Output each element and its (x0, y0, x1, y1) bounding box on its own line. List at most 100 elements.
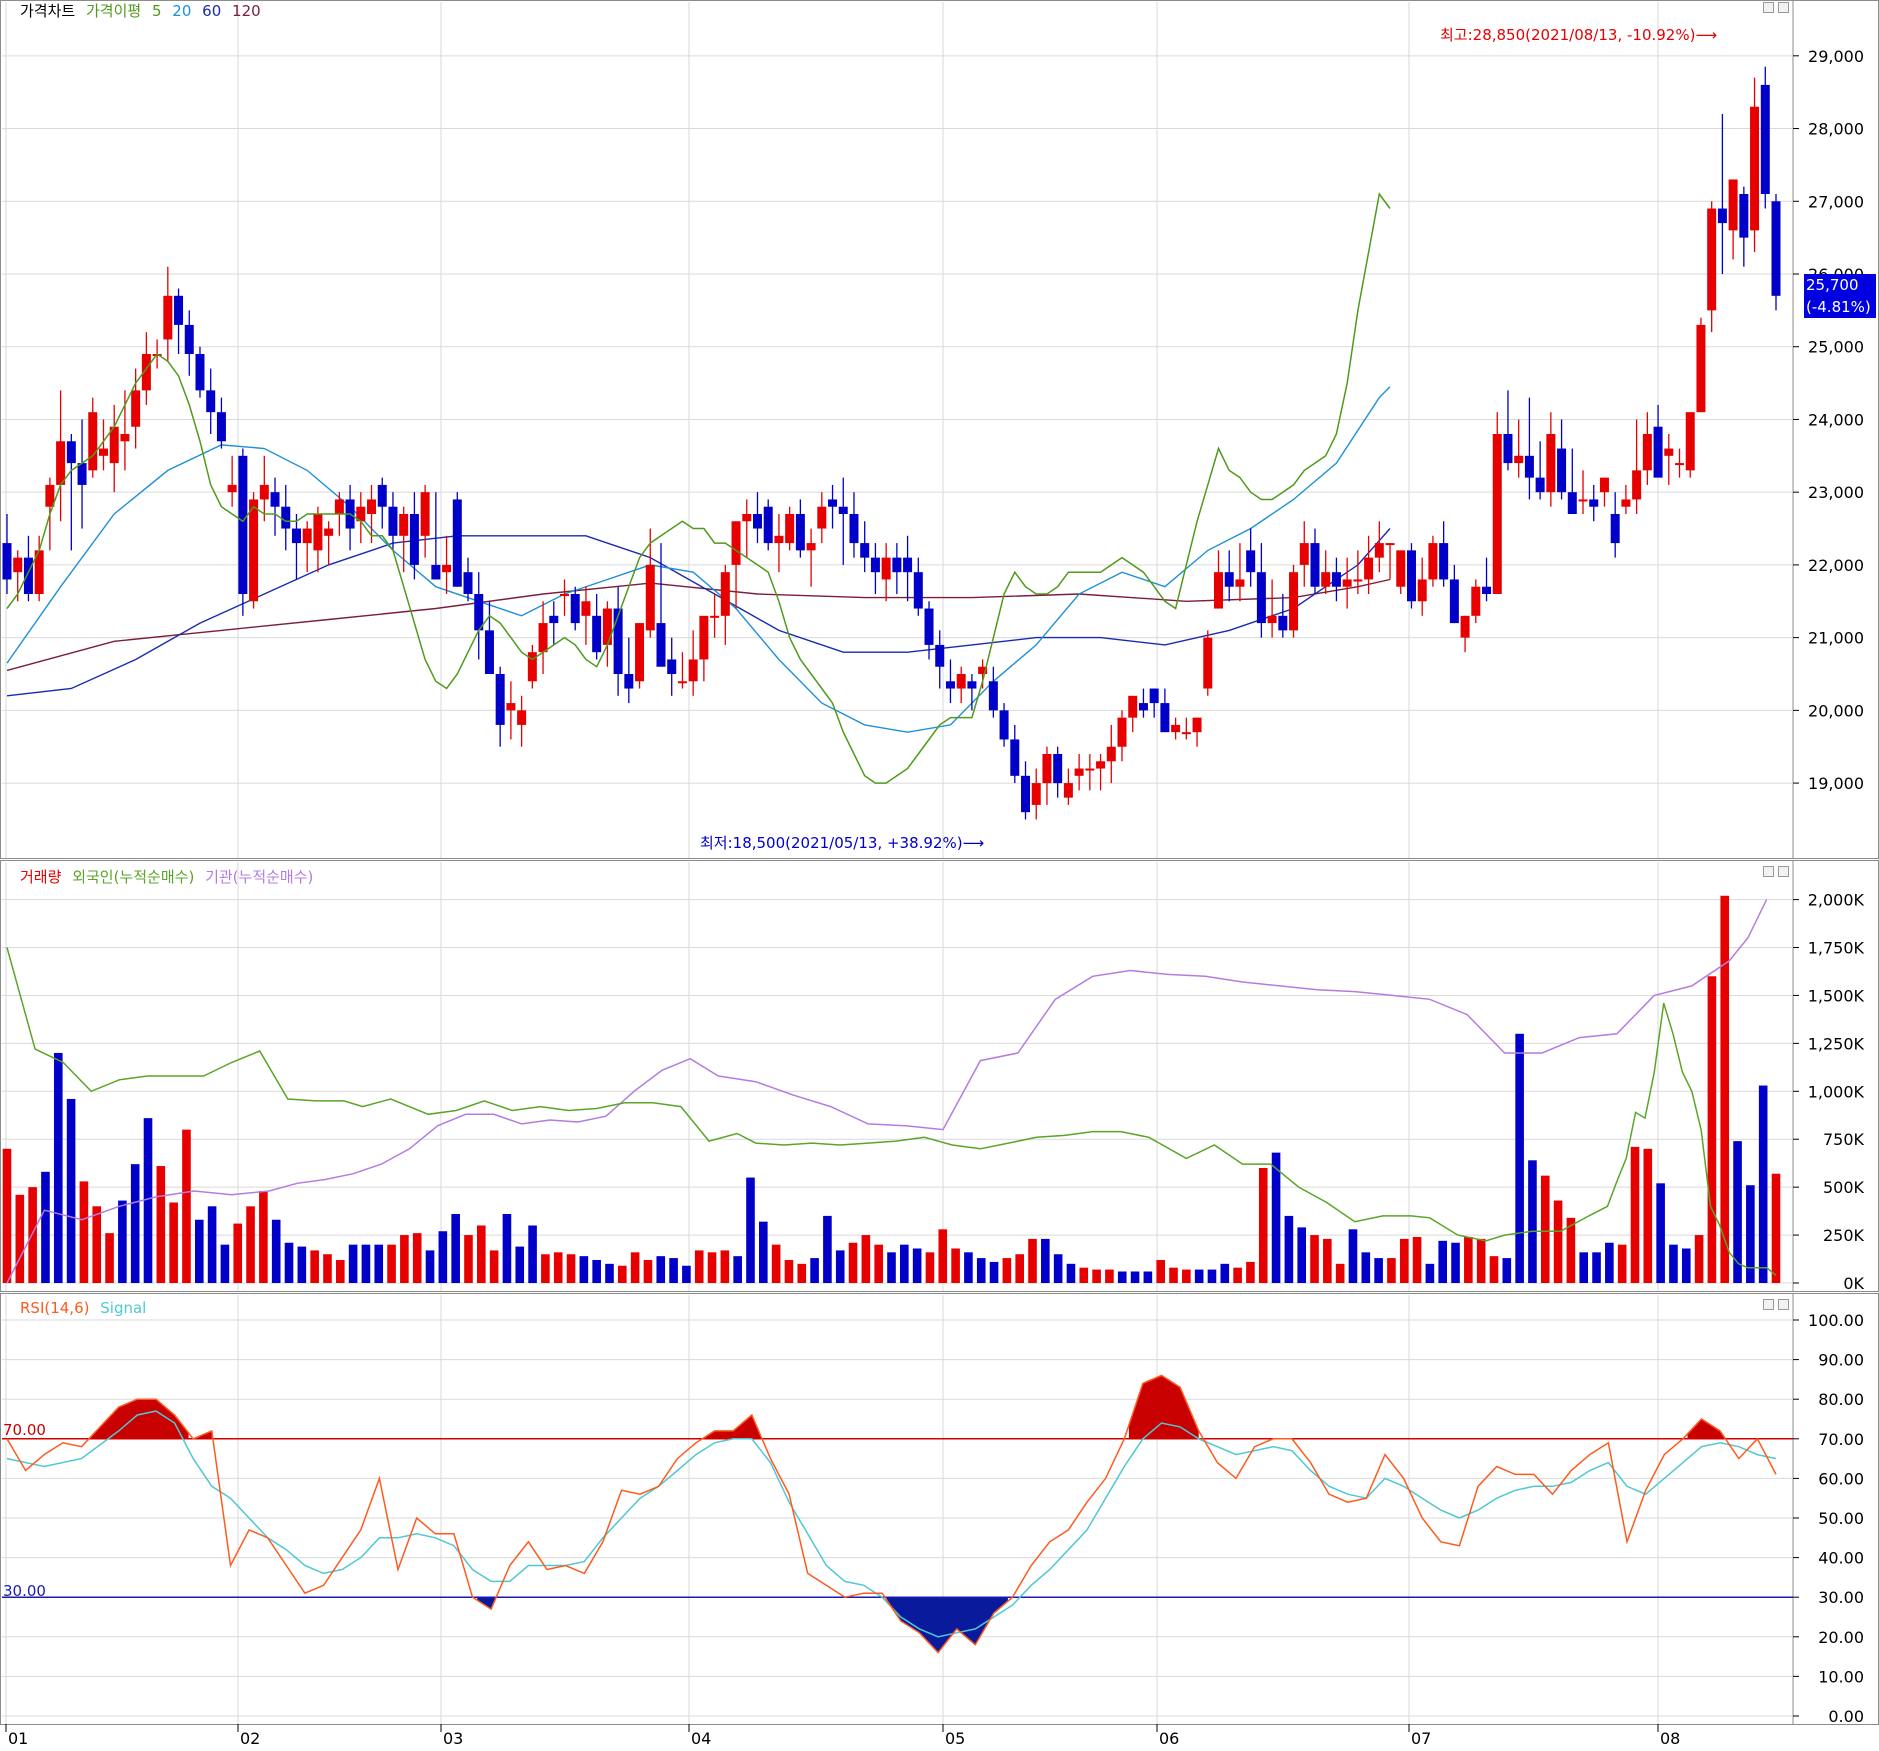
rsi-close-icon[interactable] (1778, 1299, 1789, 1310)
candle (131, 368, 141, 449)
candle-body (227, 484, 237, 493)
candle (1632, 419, 1642, 514)
candle (195, 346, 205, 398)
candle-body (1010, 739, 1020, 776)
volume-y-tick-label: 750K (1823, 1130, 1865, 1149)
candle (1278, 594, 1288, 638)
candle (1096, 754, 1106, 791)
month-label-05: 05 (945, 1729, 965, 1747)
price-minimize-icon[interactable] (1763, 2, 1774, 13)
candle-body (1074, 768, 1084, 776)
candle (1138, 688, 1148, 718)
volume-bar (489, 1250, 499, 1283)
volume-bar (1361, 1252, 1371, 1283)
volume-bar (1028, 1238, 1037, 1283)
candle-body (420, 492, 430, 536)
candle-body (1750, 106, 1760, 231)
candle (420, 484, 430, 558)
volume-bar (887, 1252, 896, 1283)
volume-minimize-icon[interactable] (1763, 866, 1774, 877)
candle-body (1203, 637, 1213, 689)
rsi-pane-frame (0, 1293, 1879, 1725)
rsi-minimize-icon[interactable] (1763, 1299, 1774, 1310)
volume-bar (835, 1250, 845, 1283)
volume-bar (630, 1252, 640, 1283)
candle-body (77, 463, 87, 485)
volume-close-icon[interactable] (1778, 866, 1789, 877)
volume-bar (861, 1235, 871, 1283)
volume-bar (848, 1242, 858, 1283)
candle-body (174, 295, 184, 325)
candle-body (1256, 572, 1266, 624)
candle (677, 652, 687, 689)
candle-body (688, 659, 698, 682)
candle-body (1771, 201, 1781, 296)
candle (1653, 404, 1663, 478)
price-y-tick-label: 25,000 (1808, 338, 1864, 357)
rsi-y-tick-label: 60.00 (1818, 1469, 1864, 1488)
candle (1642, 412, 1652, 485)
rsi-line (6, 1374, 1777, 1654)
candle-body (1085, 768, 1095, 771)
candle-body (581, 601, 591, 616)
candle-body (88, 412, 98, 471)
price-y-tick-label: 23,000 (1808, 483, 1864, 502)
volume-bar (579, 1256, 589, 1283)
candle-body (945, 681, 955, 689)
volume-bar (1553, 1200, 1563, 1283)
volume-bar (1515, 1033, 1524, 1283)
candle (624, 637, 634, 704)
month-label-04: 04 (691, 1729, 711, 1747)
volume-bar (1258, 1167, 1268, 1283)
candle (870, 543, 880, 594)
volume-bar (182, 1129, 191, 1283)
candle (645, 528, 655, 638)
candle-body (935, 644, 945, 667)
price-close-icon[interactable] (1778, 2, 1789, 13)
candle-body (184, 324, 194, 354)
candle (592, 594, 602, 660)
volume-y-tick-label: 2,000K (1808, 891, 1865, 910)
candle-body (2, 543, 12, 580)
candle (1085, 754, 1095, 791)
volume-bar (246, 1206, 255, 1283)
volume-bar (130, 1164, 140, 1283)
candle-body (645, 564, 655, 631)
candle (1524, 397, 1534, 500)
candle-body (613, 608, 623, 674)
candle (1664, 434, 1674, 485)
candle-body (903, 557, 913, 573)
volume-bar (1271, 1152, 1281, 1283)
candle (1589, 484, 1599, 522)
volume-bar (912, 1248, 922, 1283)
candle (892, 543, 902, 594)
rsi-label: RSI(14,6) (20, 1299, 90, 1317)
candle-body (1760, 84, 1770, 194)
candle (527, 644, 537, 689)
volume-bar (464, 1235, 473, 1283)
candle-body (23, 557, 33, 594)
candle-body (1417, 579, 1427, 602)
candle-body (409, 514, 419, 565)
candle (838, 477, 848, 565)
candle-body (913, 572, 923, 609)
candle (1685, 412, 1695, 478)
candle-body (1482, 586, 1492, 594)
candle (635, 623, 645, 689)
candle (216, 397, 226, 449)
month-label-03: 03 (443, 1729, 463, 1747)
volume-bar (1297, 1227, 1307, 1283)
volume-bar (66, 1098, 76, 1283)
candle-body (291, 528, 301, 544)
volume-bar (566, 1254, 576, 1283)
candle-body (1567, 492, 1577, 514)
candle-body (1396, 550, 1406, 587)
candle (120, 390, 130, 471)
low-annotation: 최저:18,500(2021/05/13, +38.92%)⟶ (700, 834, 985, 852)
candle-body (1299, 543, 1309, 565)
candle (1696, 317, 1706, 413)
candle-body (1439, 543, 1449, 580)
volume-y-tick-label: 500K (1823, 1178, 1865, 1197)
candle (1246, 528, 1256, 587)
volume-legend: 거래량 외국인(누적순매수) 기관(누적순매수) (20, 866, 319, 887)
